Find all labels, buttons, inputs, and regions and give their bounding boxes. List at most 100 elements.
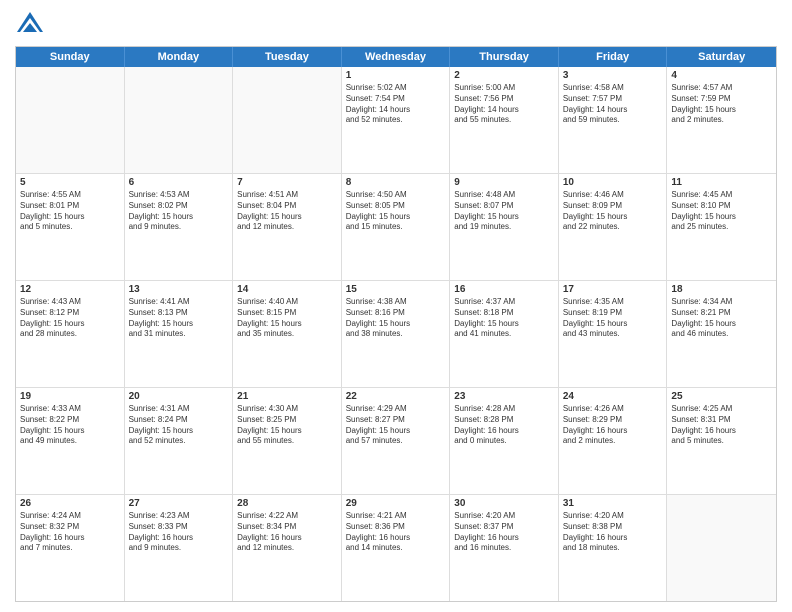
- cell-info: Sunrise: 4:23 AMSunset: 8:33 PMDaylight:…: [129, 511, 229, 554]
- day-number: 1: [346, 70, 446, 81]
- cell-info: Sunrise: 4:29 AMSunset: 8:27 PMDaylight:…: [346, 404, 446, 447]
- day-cell-28: 28 Sunrise: 4:22 AMSunset: 8:34 PMDayligh…: [233, 495, 342, 601]
- cell-info: Sunrise: 4:20 AMSunset: 8:37 PMDaylight:…: [454, 511, 554, 554]
- day-cell-1: 1 Sunrise: 5:02 AMSunset: 7:54 PMDaylight…: [342, 67, 451, 173]
- header-day-saturday: Saturday: [667, 47, 776, 67]
- day-cell-13: 13Sunrise: 4:41 AMSunset: 8:13 PMDayligh…: [125, 281, 234, 387]
- day-number: 28: [237, 498, 337, 509]
- day-number: 21: [237, 391, 337, 402]
- header-day-friday: Friday: [559, 47, 668, 67]
- day-number: 5: [20, 177, 120, 188]
- cell-info: Sunrise: 4:55 AMSunset: 8:01 PMDaylight:…: [20, 190, 120, 233]
- day-cell-26: 26Sunrise: 4:24 AMSunset: 8:32 PMDayligh…: [16, 495, 125, 601]
- header-day-thursday: Thursday: [450, 47, 559, 67]
- logo: [15, 10, 49, 40]
- day-number: 31: [563, 498, 663, 509]
- day-cell-27: 27 Sunrise: 4:23 AMSunset: 8:33 PMDayligh…: [125, 495, 234, 601]
- day-cell-2: 2 Sunrise: 5:00 AMSunset: 7:56 PMDaylight…: [450, 67, 559, 173]
- day-number: 10: [563, 177, 663, 188]
- cell-info: Sunrise: 4:28 AMSunset: 8:28 PMDaylight:…: [454, 404, 554, 447]
- cell-info: Sunrise: 4:48 AMSunset: 8:07 PMDaylight:…: [454, 190, 554, 233]
- cell-info: Sunrise: 4:35 AMSunset: 8:19 PMDaylight:…: [563, 297, 663, 340]
- cell-info: Sunrise: 4:43 AMSunset: 8:12 PMDaylight:…: [20, 297, 120, 340]
- day-cell-21: 21 Sunrise: 4:30 AMSunset: 8:25 PMDayligh…: [233, 388, 342, 494]
- cell-info: Sunrise: 4:58 AMSunset: 7:57 PMDaylight:…: [563, 83, 663, 126]
- day-cell-25: 25 Sunrise: 4:25 AMSunset: 8:31 PMDayligh…: [667, 388, 776, 494]
- cell-info: Sunrise: 5:00 AMSunset: 7:56 PMDaylight:…: [454, 83, 554, 126]
- day-cell-5: 5 Sunrise: 4:55 AMSunset: 8:01 PMDaylight…: [16, 174, 125, 280]
- header-day-wednesday: Wednesday: [342, 47, 451, 67]
- cell-info: Sunrise: 5:02 AMSunset: 7:54 PMDaylight:…: [346, 83, 446, 126]
- day-number: 12: [20, 284, 120, 295]
- cell-info: Sunrise: 4:57 AMSunset: 7:59 PMDaylight:…: [671, 83, 772, 126]
- day-cell-14: 14 Sunrise: 4:40 AMSunset: 8:15 PMDayligh…: [233, 281, 342, 387]
- calendar-header: SundayMondayTuesdayWednesdayThursdayFrid…: [16, 47, 776, 67]
- day-cell-12: 12 Sunrise: 4:43 AMSunset: 8:12 PMDayligh…: [16, 281, 125, 387]
- day-cell-9: 9 Sunrise: 4:48 AMSunset: 8:07 PMDaylight…: [450, 174, 559, 280]
- header-day-monday: Monday: [125, 47, 234, 67]
- empty-cell: [667, 495, 776, 601]
- day-number: 4: [671, 70, 772, 81]
- cell-info: Sunrise: 4:51 AMSunset: 8:04 PMDaylight:…: [237, 190, 337, 233]
- calendar-row-1: 1 Sunrise: 5:02 AMSunset: 7:54 PMDaylight…: [16, 67, 776, 174]
- day-cell-4: 4 Sunrise: 4:57 AMSunset: 7:59 PMDaylight…: [667, 67, 776, 173]
- day-cell-19: 19 Sunrise: 4:33 AMSunset: 8:22 PMDayligh…: [16, 388, 125, 494]
- cell-info: Sunrise: 4:20 AMSunset: 8:38 PMDaylight:…: [563, 511, 663, 554]
- day-number: 25: [671, 391, 772, 402]
- day-number: 17: [563, 284, 663, 295]
- day-number: 29: [346, 498, 446, 509]
- header: [15, 10, 777, 40]
- cell-info: Sunrise: 4:40 AMSunset: 8:15 PMDaylight:…: [237, 297, 337, 340]
- day-cell-16: 16Sunrise: 4:37 AMSunset: 8:18 PMDayligh…: [450, 281, 559, 387]
- day-cell-8: 8 Sunrise: 4:50 AMSunset: 8:05 PMDaylight…: [342, 174, 451, 280]
- cell-info: Sunrise: 4:41 AMSunset: 8:13 PMDaylight:…: [129, 297, 229, 340]
- cell-info: Sunrise: 4:45 AMSunset: 8:10 PMDaylight:…: [671, 190, 772, 233]
- day-cell-11: 11 Sunrise: 4:45 AMSunset: 8:10 PMDayligh…: [667, 174, 776, 280]
- cell-info: Sunrise: 4:53 AMSunset: 8:02 PMDaylight:…: [129, 190, 229, 233]
- day-cell-18: 18Sunrise: 4:34 AMSunset: 8:21 PMDayligh…: [667, 281, 776, 387]
- day-number: 11: [671, 177, 772, 188]
- day-number: 27: [129, 498, 229, 509]
- day-cell-3: 3 Sunrise: 4:58 AMSunset: 7:57 PMDaylight…: [559, 67, 668, 173]
- day-number: 6: [129, 177, 229, 188]
- day-number: 9: [454, 177, 554, 188]
- day-number: 3: [563, 70, 663, 81]
- calendar-row-3: 12 Sunrise: 4:43 AMSunset: 8:12 PMDayligh…: [16, 281, 776, 388]
- empty-cell: [125, 67, 234, 173]
- day-number: 23: [454, 391, 554, 402]
- day-cell-22: 22 Sunrise: 4:29 AMSunset: 8:27 PMDayligh…: [342, 388, 451, 494]
- day-number: 2: [454, 70, 554, 81]
- day-number: 8: [346, 177, 446, 188]
- day-cell-30: 30 Sunrise: 4:20 AMSunset: 8:37 PMDayligh…: [450, 495, 559, 601]
- empty-cell: [16, 67, 125, 173]
- cell-info: Sunrise: 4:33 AMSunset: 8:22 PMDaylight:…: [20, 404, 120, 447]
- cell-info: Sunrise: 4:21 AMSunset: 8:36 PMDaylight:…: [346, 511, 446, 554]
- day-number: 19: [20, 391, 120, 402]
- day-number: 24: [563, 391, 663, 402]
- day-number: 14: [237, 284, 337, 295]
- cell-info: Sunrise: 4:50 AMSunset: 8:05 PMDaylight:…: [346, 190, 446, 233]
- day-cell-10: 10Sunrise: 4:46 AMSunset: 8:09 PMDayligh…: [559, 174, 668, 280]
- calendar: SundayMondayTuesdayWednesdayThursdayFrid…: [15, 46, 777, 602]
- day-cell-24: 24 Sunrise: 4:26 AMSunset: 8:29 PMDayligh…: [559, 388, 668, 494]
- day-number: 7: [237, 177, 337, 188]
- calendar-row-4: 19 Sunrise: 4:33 AMSunset: 8:22 PMDayligh…: [16, 388, 776, 495]
- cell-info: Sunrise: 4:22 AMSunset: 8:34 PMDaylight:…: [237, 511, 337, 554]
- page: SundayMondayTuesdayWednesdayThursdayFrid…: [0, 0, 792, 612]
- logo-icon: [15, 10, 45, 40]
- day-number: 22: [346, 391, 446, 402]
- cell-info: Sunrise: 4:25 AMSunset: 8:31 PMDaylight:…: [671, 404, 772, 447]
- cell-info: Sunrise: 4:30 AMSunset: 8:25 PMDaylight:…: [237, 404, 337, 447]
- day-number: 20: [129, 391, 229, 402]
- day-cell-31: 31 Sunrise: 4:20 AMSunset: 8:38 PMDayligh…: [559, 495, 668, 601]
- day-number: 16: [454, 284, 554, 295]
- cell-info: Sunrise: 4:31 AMSunset: 8:24 PMDaylight:…: [129, 404, 229, 447]
- day-number: 30: [454, 498, 554, 509]
- empty-cell: [233, 67, 342, 173]
- day-cell-29: 29 Sunrise: 4:21 AMSunset: 8:36 PMDayligh…: [342, 495, 451, 601]
- header-day-sunday: Sunday: [16, 47, 125, 67]
- day-cell-17: 17 Sunrise: 4:35 AMSunset: 8:19 PMDayligh…: [559, 281, 668, 387]
- calendar-row-2: 5 Sunrise: 4:55 AMSunset: 8:01 PMDaylight…: [16, 174, 776, 281]
- cell-info: Sunrise: 4:26 AMSunset: 8:29 PMDaylight:…: [563, 404, 663, 447]
- day-number: 26: [20, 498, 120, 509]
